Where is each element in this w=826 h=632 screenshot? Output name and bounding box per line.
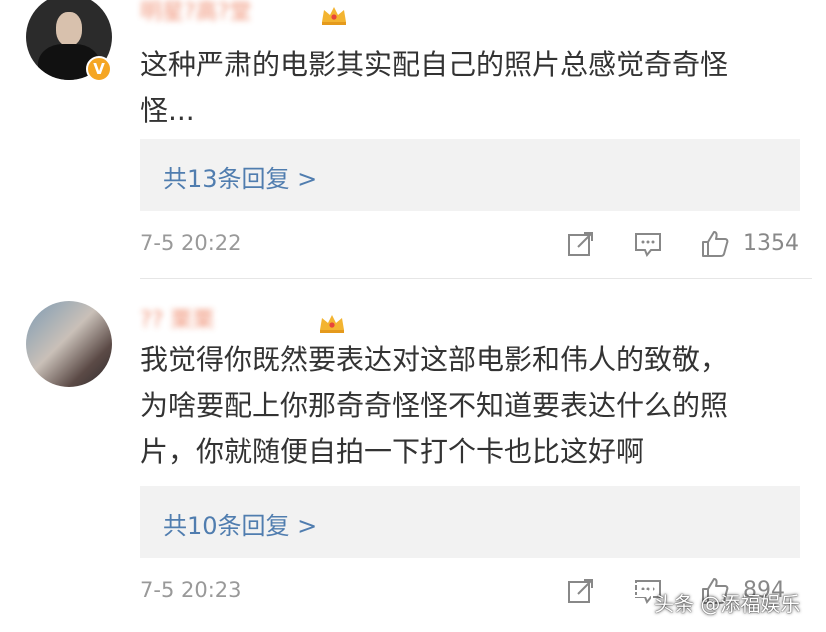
view-replies-link[interactable]: 共10条回复 >: [163, 506, 317, 541]
share-icon[interactable]: [566, 229, 596, 259]
timestamp: 7-5 20:22: [140, 231, 242, 255]
watermark: 头条 @添福娱乐: [654, 592, 801, 616]
comment-text: 我觉得你既然要表达对这部电影和伟人的致敬， 为啥要配上你那奇奇怪怪不知道要表达什…: [140, 337, 800, 475]
comment-text-line: 我觉得你既然要表达对这部电影和伟人的致敬，: [140, 343, 729, 376]
replies-box[interactable]: 共13条回复 >: [140, 139, 800, 211]
avatar-face: [56, 12, 82, 46]
comment-text-line: 为啥要配上你那奇奇怪怪不知道要表达什么的照: [140, 389, 729, 422]
comment-text-line: 这种严肃的电影其实配自己的照片总感觉奇奇怪: [140, 48, 729, 81]
like-count: 1354: [743, 231, 799, 256]
crown-badge-icon: [322, 7, 346, 25]
comment-item: ?? 栗栗 我觉得你既然要表达对这部电影和伟人的致敬， 为啥要配上你那奇奇怪怪不…: [0, 282, 826, 632]
divider: [140, 278, 826, 279]
replies-box[interactable]: 共10条回复 >: [140, 486, 800, 558]
comment-meta: 7-5 20:22 1354: [140, 227, 806, 261]
view-replies-link[interactable]: 共13条回复 >: [163, 159, 317, 194]
edge-strip: [812, 0, 826, 632]
like-icon[interactable]: [700, 229, 730, 259]
crown-badge-icon: [320, 315, 344, 333]
username[interactable]: 明星?高?堂: [140, 0, 251, 26]
comment-item: V 明星?高?堂 这种严肃的电影其实配自己的照片总感觉奇奇怪 怪... 共13条…: [0, 0, 826, 280]
verified-badge-icon: V: [86, 56, 112, 82]
username[interactable]: ?? 栗栗: [140, 302, 214, 334]
user-avatar[interactable]: [26, 301, 112, 387]
toutiao-logo-icon: [629, 583, 653, 607]
comment-text-line: 片，你就随便自拍一下打个卡也比这好啊: [140, 435, 645, 468]
comment-text: 这种严肃的电影其实配自己的照片总感觉奇奇怪 怪...: [140, 42, 800, 134]
comment-text-line: 怪...: [140, 94, 195, 127]
timestamp: 7-5 20:23: [140, 578, 242, 602]
comment-icon[interactable]: [633, 229, 663, 259]
share-icon[interactable]: [566, 576, 596, 606]
